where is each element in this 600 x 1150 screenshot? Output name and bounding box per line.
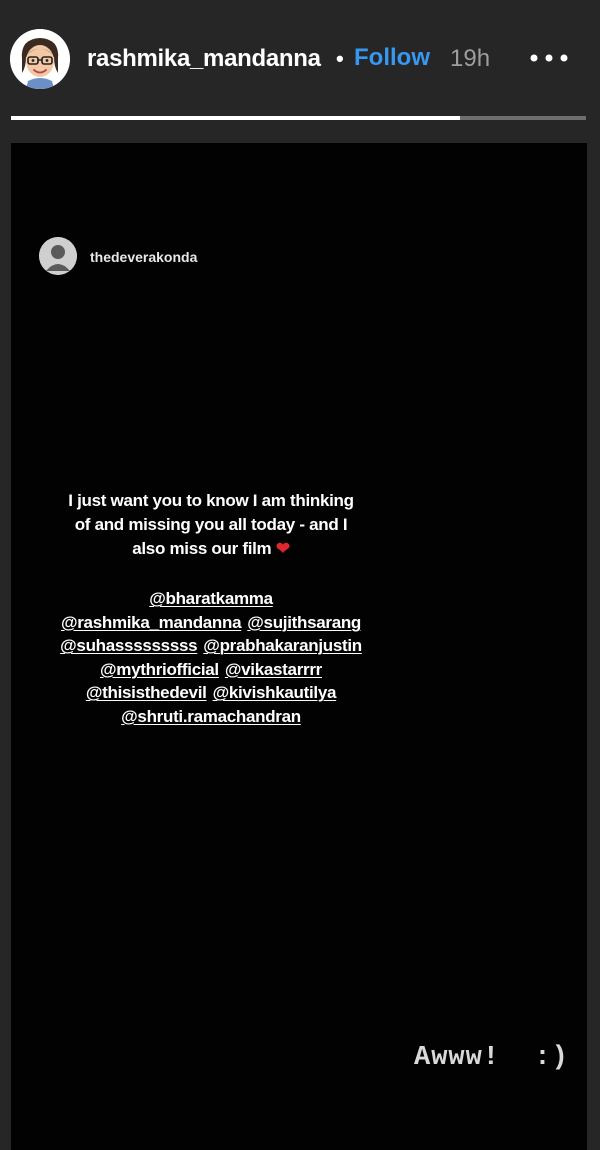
mention-line: @bharatkamma xyxy=(11,587,411,611)
story-header: rashmika_mandanna • Follow 19h xyxy=(0,0,600,112)
follow-button[interactable]: Follow xyxy=(354,44,430,72)
mention-link[interactable]: @shruti.ramachandran xyxy=(121,707,301,726)
mention-link[interactable]: @prabhakaranjustin xyxy=(203,636,362,655)
caption-line-text: also miss our film xyxy=(132,539,272,558)
shared-post[interactable]: thedeverakonda I just want you to know I… xyxy=(11,143,431,1150)
story-content[interactable]: thedeverakonda I just want you to know I… xyxy=(11,143,587,1150)
mention-link[interactable]: @kivishkautilya xyxy=(213,683,337,702)
story-text-overlay: Awww! :) xyxy=(414,1043,569,1073)
heart-emoji-icon: ❤ xyxy=(275,539,290,558)
more-horizontal-icon xyxy=(530,54,568,62)
mention-line: @thisisthedevil @kivishkautilya xyxy=(11,681,411,705)
story-progress-bar xyxy=(11,116,586,120)
caption-line: also miss our film ❤ xyxy=(11,537,411,561)
mention-line: @shruti.ramachandran xyxy=(11,705,411,729)
caption-line: of and missing you all today - and I xyxy=(74,515,348,534)
bitmoji-avatar-icon xyxy=(10,29,70,89)
mention-line: @rashmika_mandanna @sujithsarang xyxy=(11,611,411,635)
profile-avatar[interactable] xyxy=(10,29,70,89)
username-link[interactable]: rashmika_mandanna xyxy=(87,45,321,73)
caption-line: I just want you to know I am thinking xyxy=(68,491,354,510)
mention-line: @suhasssssssss @prabhakaranjustin xyxy=(11,634,411,658)
post-timestamp: 19h xyxy=(450,45,491,72)
shared-post-username[interactable]: thedeverakonda xyxy=(90,249,197,265)
mention-link[interactable]: @mythriofficial xyxy=(100,660,219,679)
person-avatar-icon xyxy=(39,237,77,275)
mention-link[interactable]: @bharatkamma xyxy=(149,589,273,608)
mention-link[interactable]: @sujithsarang xyxy=(247,613,361,632)
mention-link[interactable]: @suhasssssssss xyxy=(60,636,197,655)
mention-link[interactable]: @thisisthedevil xyxy=(86,683,207,702)
shared-post-caption: I just want you to know I am thinking of… xyxy=(11,489,411,561)
mention-link[interactable]: @rashmika_mandanna xyxy=(61,613,242,632)
mention-line: @mythriofficial @vikastarrrr xyxy=(11,658,411,682)
shared-post-avatar[interactable] xyxy=(39,237,77,275)
separator-dot: • xyxy=(336,46,344,71)
story-progress-fill xyxy=(11,116,460,120)
mentions-block: @bharatkamma @rashmika_mandanna @sujithsar… xyxy=(11,587,411,728)
mention-link[interactable]: @vikastarrrr xyxy=(225,660,322,679)
more-options-button[interactable] xyxy=(526,44,572,72)
story-viewer: rashmika_mandanna • Follow 19h thedevera… xyxy=(0,0,600,1150)
